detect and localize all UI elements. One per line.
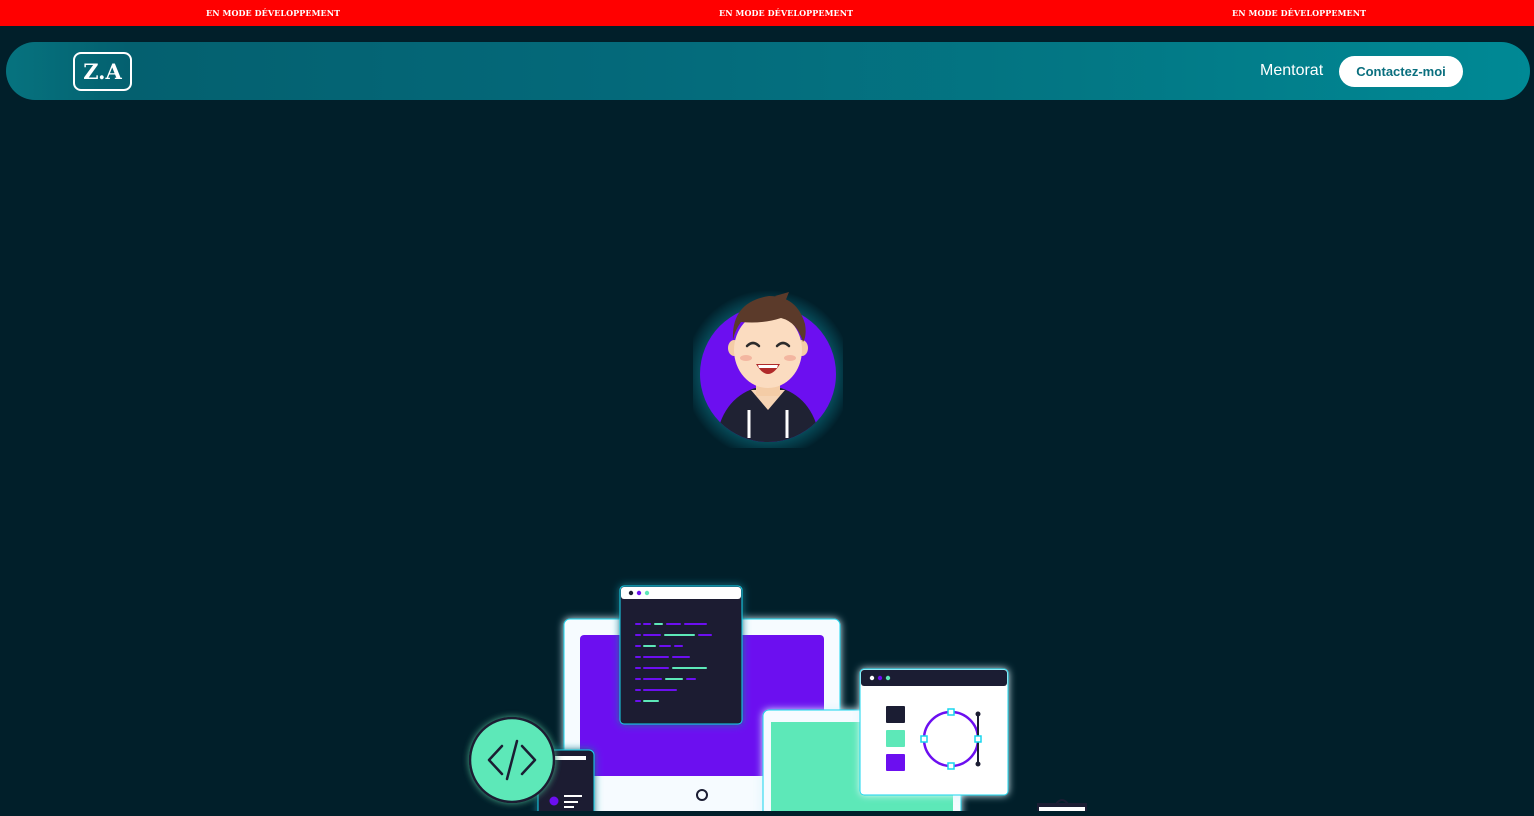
dev-mode-text: EN MODE DÉVELOPPEMENT	[719, 8, 854, 18]
dev-mode-text: EN MODE DÉVELOPPEMENT	[206, 8, 341, 18]
devices-code-design-illustration-icon	[468, 585, 1087, 816]
dev-mode-text: EN MODE DÉVELOPPEMENT	[1232, 8, 1367, 18]
devices-illustration	[460, 576, 1100, 816]
dev-mode-banner: EN MODE DÉVELOPPEMENT EN MODE DÉVELOPPEM…	[0, 0, 1534, 26]
site-logo[interactable]: Z.A	[73, 52, 132, 91]
nav-link-mentorat[interactable]: Mentorat	[1260, 62, 1323, 80]
contact-button[interactable]: Contactez-moi	[1339, 56, 1463, 87]
navbar: Z.A Mentorat Contactez-moi	[6, 42, 1530, 100]
profile-avatar	[684, 288, 852, 458]
smiling-developer-avatar-icon	[684, 290, 852, 458]
